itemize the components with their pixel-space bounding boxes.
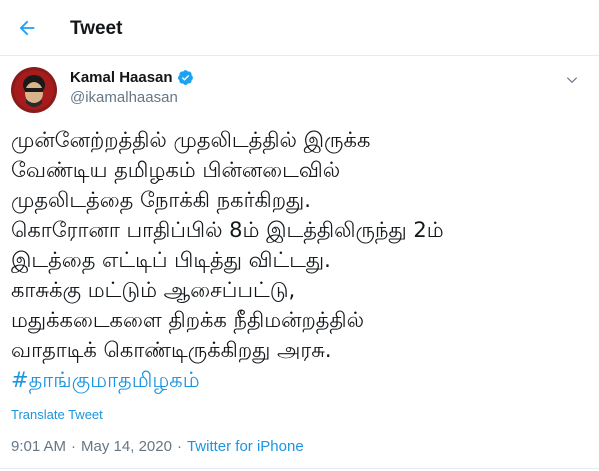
- avatar[interactable]: [11, 67, 57, 113]
- meta-separator: ·: [176, 438, 182, 455]
- divider: [0, 468, 599, 469]
- tweet-line: காசுக்கு மட்டும் ஆசைப்பட்டு,: [11, 278, 296, 302]
- author-handle[interactable]: @ikamalhaasan: [70, 89, 178, 106]
- meta-separator: ·: [71, 438, 77, 455]
- tweet-line: இடத்தை எட்டிப் பிடித்து விட்டது.: [11, 248, 331, 272]
- tweet-time[interactable]: 9:01 AM: [11, 438, 66, 455]
- page-header: Tweet: [0, 0, 599, 56]
- tweet-line: வாதாடிக் கொண்டிருக்கிறது அரசு.: [11, 338, 332, 362]
- page-title: Tweet: [70, 18, 123, 39]
- verified-badge-icon: [177, 69, 194, 86]
- chevron-down-icon: [566, 77, 578, 84]
- tweet-line: முதலிடத்தை நோக்கி நகர்கிறது.: [11, 188, 311, 212]
- arrow-left-icon: [19, 20, 35, 36]
- tweet-text: முன்னேற்றத்தில் முதலிடத்தில் இருக்க வேண்…: [11, 125, 591, 395]
- tweet-date[interactable]: May 14, 2020: [81, 438, 172, 455]
- author-name[interactable]: Kamal Haasan: [70, 69, 173, 86]
- tweet-source-link[interactable]: Twitter for iPhone: [187, 438, 304, 455]
- tweet-meta: 9:01 AM · May 14, 2020 · Twitter for iPh…: [11, 438, 304, 455]
- tweet-line: மதுக்கடைகளை திறக்க நீதிமன்றத்தில்: [11, 308, 365, 332]
- tweet-line: வேண்டிய தமிழகம் பின்னடைவில்: [11, 158, 341, 182]
- tweet-line: கொரோனா பாதிப்பில் 8ம் இடத்திலிருந்து 2ம்: [11, 218, 444, 242]
- more-options-button[interactable]: [562, 70, 582, 90]
- hashtag-link[interactable]: #தாங்குமாதமிழகம்: [11, 365, 591, 395]
- translate-tweet-link[interactable]: Translate Tweet: [11, 407, 103, 422]
- tweet-line: முன்னேற்றத்தில் முதலிடத்தில் இருக்க: [11, 128, 371, 152]
- back-button[interactable]: [8, 9, 46, 47]
